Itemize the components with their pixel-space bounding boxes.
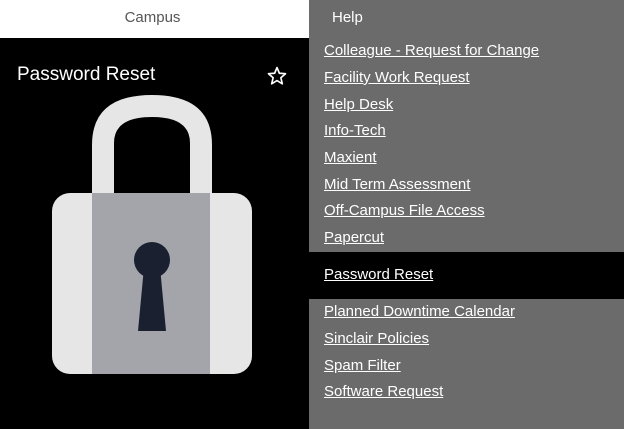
padlock-icon <box>52 95 252 374</box>
menu-item-sinclair-policies: Sinclair Policies <box>309 325 624 352</box>
menu-item-spam-filter: Spam Filter <box>309 352 624 379</box>
star-outline-icon[interactable] <box>266 65 288 87</box>
menu-link[interactable]: Maxient <box>324 144 377 171</box>
nav-campus[interactable]: Campus <box>0 0 305 38</box>
menu-link[interactable]: Papercut <box>324 224 384 251</box>
menu-item-facility-work-request: Facility Work Request <box>309 64 624 91</box>
nav-help[interactable]: Help <box>332 0 363 36</box>
menu-item-papercut: Papercut <box>309 224 624 251</box>
help-dropdown-menu: Help Colleague - Request for Change Faci… <box>309 0 624 429</box>
menu-item-planned-downtime-calendar: Planned Downtime Calendar <box>309 298 624 325</box>
menu-link[interactable]: Info-Tech <box>324 117 386 144</box>
tile-title: Password Reset <box>17 64 156 85</box>
menu-link[interactable]: Software Request <box>324 378 443 405</box>
menu-item-maxient: Maxient <box>309 144 624 171</box>
menu-item-mid-term-assessment: Mid Term Assessment <box>309 171 624 198</box>
menu-item-password-reset: Password Reset <box>309 252 624 299</box>
menu-link[interactable]: Off-Campus File Access <box>324 197 485 224</box>
menu-item-software-request: Software Request <box>309 378 624 405</box>
menu-link[interactable]: Spam Filter <box>324 352 401 379</box>
menu-link[interactable]: Facility Work Request <box>324 64 470 91</box>
menu-link[interactable]: Help Desk <box>324 91 393 118</box>
menu-item-help-desk: Help Desk <box>309 91 624 118</box>
menu-item-info-tech: Info-Tech <box>309 117 624 144</box>
menu-link[interactable]: Planned Downtime Calendar <box>324 298 515 325</box>
menu-link[interactable]: Mid Term Assessment <box>324 171 470 198</box>
menu-item-off-campus-file-access: Off-Campus File Access <box>309 197 624 224</box>
menu-link[interactable]: Colleague - Request for Change <box>324 37 539 64</box>
password-reset-tile[interactable]: Password Reset <box>0 38 309 429</box>
menu-link-active[interactable]: Password Reset <box>324 261 433 288</box>
menu-item-colleague-request-for-change: Colleague - Request for Change <box>309 37 624 64</box>
menu-link[interactable]: Sinclair Policies <box>324 325 429 352</box>
